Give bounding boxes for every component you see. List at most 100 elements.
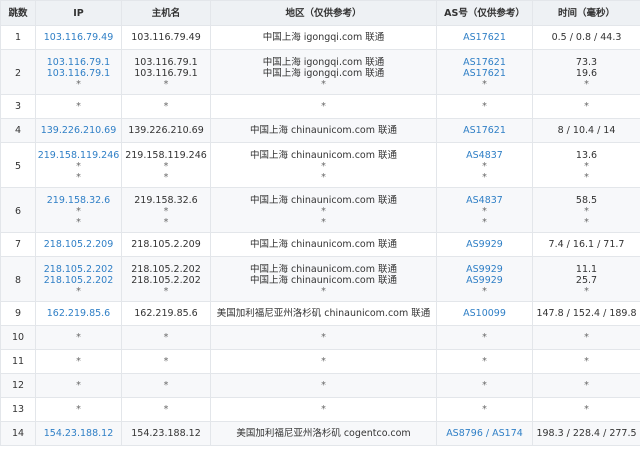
table-row: 1 103.116.79.49 103.116.79.49 中国上海 igongqi.… bbox=[0, 25, 640, 50]
table-row: 3 * * * * * bbox=[0, 94, 640, 119]
region-cell: * bbox=[210, 94, 437, 119]
ip-cell-value: * bbox=[76, 172, 81, 183]
ip-cell: 103.116.79.49 bbox=[35, 25, 122, 50]
as-cell-link[interactable]: AS17621 bbox=[437, 32, 532, 43]
hostname-cell-value: 103.116.79.49 bbox=[131, 32, 201, 43]
ip-cell-link[interactable]: 219.158.119.246 bbox=[36, 150, 121, 161]
as-cell-value: * bbox=[482, 356, 487, 367]
region-cell-value: * bbox=[321, 332, 326, 343]
time-cell-value: * bbox=[584, 380, 589, 391]
time-cell: 58.5 * * bbox=[532, 187, 640, 233]
hop-cell-value: 2 bbox=[14, 68, 22, 79]
region-cell-value: * bbox=[321, 380, 326, 391]
hop-cell: 13 bbox=[0, 397, 36, 422]
region-cell: 中国上海 chinaunicom.com 联通 * * bbox=[210, 187, 437, 233]
hop-cell-value: 13 bbox=[11, 404, 25, 415]
time-cell: * bbox=[532, 94, 640, 119]
region-cell: * bbox=[210, 397, 437, 422]
ip-cell: 218.105.2.209 bbox=[35, 232, 122, 257]
as-cell: * bbox=[436, 325, 533, 350]
hop-cell: 4 bbox=[0, 118, 36, 143]
ip-cell-link[interactable]: 103.116.79.49 bbox=[36, 32, 121, 43]
as-cell-link[interactable]: AS17621 bbox=[437, 68, 532, 79]
time-cell-value: * bbox=[584, 172, 589, 183]
hop-cell-value: 1 bbox=[14, 32, 22, 43]
ip-cell: 162.219.85.6 bbox=[35, 301, 122, 326]
ip-cell-value: * bbox=[76, 332, 81, 343]
time-cell-value: 198.3 / 228.4 / 277.5 bbox=[536, 428, 637, 439]
time-cell: 73.3 19.6 * bbox=[532, 49, 640, 95]
hop-cell-value: 3 bbox=[14, 101, 22, 112]
region-cell: * bbox=[210, 373, 437, 398]
hostname-cell-value: 218.105.2.202 bbox=[131, 264, 201, 275]
hop-cell: 11 bbox=[0, 349, 36, 374]
as-cell-link[interactable]: AS9929 bbox=[437, 264, 532, 275]
ip-cell-value: * bbox=[76, 217, 81, 228]
ip-cell-link[interactable]: 154.23.188.12 bbox=[36, 428, 121, 439]
table-row: 4 139.226.210.69 139.226.210.69 中国上海 chinau… bbox=[0, 118, 640, 143]
ip-cell-link[interactable]: 219.158.32.6 bbox=[36, 195, 121, 206]
ip-cell-link[interactable]: 218.105.2.202 bbox=[36, 264, 121, 275]
region-cell-value: * bbox=[321, 172, 326, 183]
hostname-cell: * bbox=[121, 94, 211, 119]
as-cell-link[interactable]: AS4837 bbox=[437, 150, 532, 161]
ip-cell-link[interactable]: 218.105.2.202 bbox=[36, 275, 121, 286]
header-as: AS号（仅供参考） bbox=[436, 0, 533, 26]
time-cell: * bbox=[532, 397, 640, 422]
as-cell-link[interactable]: AS9929 bbox=[437, 239, 532, 250]
hostname-cell-value: * bbox=[163, 161, 169, 172]
as-cell: AS10099 bbox=[436, 301, 533, 326]
region-cell: 中国上海 igongqi.com 联通 中国上海 igongqi.com 联通 * bbox=[210, 49, 437, 95]
hostname-cell-value: * bbox=[163, 206, 169, 217]
ip-cell-link[interactable]: 103.116.79.1 bbox=[36, 68, 121, 79]
hostname-cell-value: * bbox=[163, 217, 169, 228]
as-cell: * bbox=[436, 373, 533, 398]
time-cell: 198.3 / 228.4 / 277.5 bbox=[532, 421, 640, 446]
time-cell: * bbox=[532, 325, 640, 350]
as-cell-link[interactable]: AS9929 bbox=[437, 275, 532, 286]
hop-cell: 1 bbox=[0, 25, 36, 50]
ip-cell-link[interactable]: 103.116.79.1 bbox=[36, 57, 121, 68]
hostname-cell-value: * bbox=[163, 286, 169, 297]
ip-cell-link[interactable]: 139.226.210.69 bbox=[36, 125, 121, 136]
ip-cell-link[interactable]: 162.219.85.6 bbox=[36, 308, 121, 319]
as-cell-link[interactable]: AS17621 bbox=[437, 125, 532, 136]
as-cell-value: * bbox=[482, 404, 487, 415]
as-cell-link[interactable]: AS10099 bbox=[437, 308, 532, 319]
time-cell-value: 0.5 / 0.8 / 44.3 bbox=[551, 32, 622, 43]
region-cell-value: 中国上海 igongqi.com 联通 bbox=[262, 68, 385, 79]
hop-cell: 10 bbox=[0, 325, 36, 350]
time-cell: * bbox=[532, 349, 640, 374]
as-cell-link[interactable]: AS8796 / AS174 bbox=[437, 428, 532, 439]
as-cell-link[interactable]: AS4837 bbox=[437, 195, 532, 206]
ip-cell: 154.23.188.12 bbox=[35, 421, 122, 446]
region-cell-value: * bbox=[321, 79, 326, 90]
time-cell-value: * bbox=[584, 101, 589, 112]
hostname-cell: * bbox=[121, 397, 211, 422]
ip-cell-link[interactable]: 218.105.2.209 bbox=[36, 239, 121, 250]
region-cell-value: 中国上海 chinaunicom.com 联通 bbox=[249, 264, 398, 275]
hostname-cell: 154.23.188.12 bbox=[121, 421, 211, 446]
region-cell: * bbox=[210, 325, 437, 350]
time-cell: 11.1 25.7 * bbox=[532, 256, 640, 302]
hop-cell: 7 bbox=[0, 232, 36, 257]
region-cell-value: 中国上海 chinaunicom.com 联通 bbox=[249, 195, 398, 206]
hostname-cell: * bbox=[121, 325, 211, 350]
time-cell-value: * bbox=[584, 217, 589, 228]
table-row: 13 * * * * * bbox=[0, 397, 640, 422]
as-cell-link[interactable]: AS17621 bbox=[437, 57, 532, 68]
ip-cell-value: * bbox=[76, 101, 81, 112]
region-cell: 中国上海 chinaunicom.com 联通 bbox=[210, 232, 437, 257]
ip-cell-value: * bbox=[76, 380, 81, 391]
time-cell-value: * bbox=[584, 356, 589, 367]
ip-cell: * bbox=[35, 349, 122, 374]
time-cell-value: 13.6 bbox=[575, 150, 598, 161]
table-row: 7 218.105.2.209 218.105.2.209 中国上海 chinauni… bbox=[0, 232, 640, 257]
time-cell-value: * bbox=[584, 206, 589, 217]
time-cell-value: * bbox=[584, 332, 589, 343]
hop-cell-value: 11 bbox=[11, 356, 25, 367]
as-cell-value: * bbox=[482, 206, 487, 217]
time-cell-value: 147.8 / 152.4 / 189.8 bbox=[536, 308, 637, 319]
hop-cell: 3 bbox=[0, 94, 36, 119]
as-cell-value: * bbox=[482, 101, 487, 112]
